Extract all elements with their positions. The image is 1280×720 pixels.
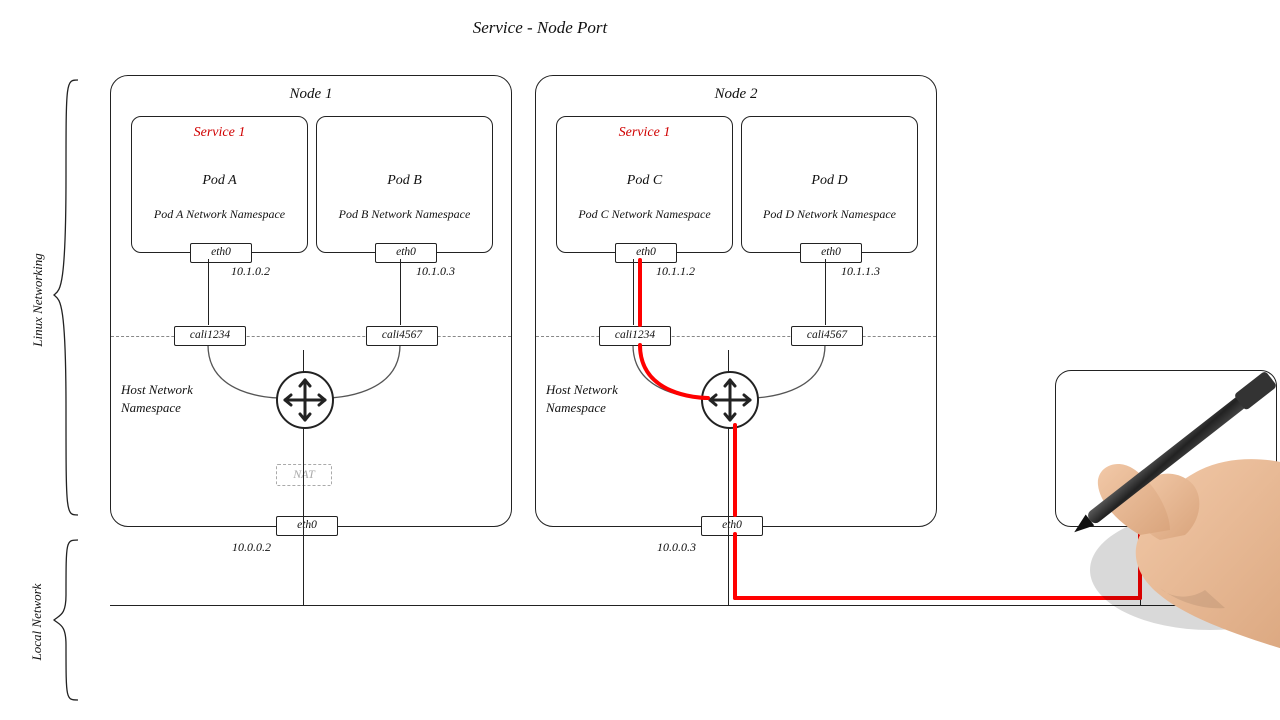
bus-drop-external [1140,540,1141,605]
pod-c-ip: 10.1.1.2 [656,264,695,279]
node1-eth: eth0 [276,516,338,536]
wire-b-down [400,259,401,325]
node1-nat: NAT [276,464,332,486]
pod-c-box: Service 1 Pod C Pod C Network Namespace … [556,116,733,253]
pod-c-ns: Pod C Network Namespace [557,207,732,222]
node2-eth: eth0 [701,516,763,536]
brace-label-local: Local Network [29,567,45,677]
pod-c-eth: eth0 [615,243,677,263]
pod-a-box: Service 1 Pod A Pod A Network Namespace … [131,116,308,253]
local-network-bus [110,605,1176,606]
pod-b-eth: eth0 [375,243,437,263]
pod-a-ns: Pod A Network Namespace [132,207,307,222]
node1-ip: 10.0.0.2 [232,540,271,555]
node2-box: Node 2 Service 1 Pod C Pod C Network Nam… [535,75,937,527]
pod-a-ip: 10.1.0.2 [231,264,270,279]
node1-hostns-l1: Host Network [121,382,193,397]
node1-router [276,371,334,429]
node1-dashed [111,336,511,337]
pod-a-name: Pod A [132,173,307,189]
pod-a-service: Service 1 [132,125,307,141]
pod-a-cali: cali1234 [174,326,246,346]
pod-d-name: Pod D [742,173,917,189]
bus-drop-node2 [728,540,729,605]
pod-b-ip: 10.1.0.3 [416,264,455,279]
node2-ip: 10.0.0.3 [657,540,696,555]
pod-a-eth: eth0 [190,243,252,263]
brace-label-linux: Linux Networking [30,240,46,360]
pod-c-cali: cali1234 [599,326,671,346]
external-box [1055,370,1277,527]
wire-c-down [633,259,634,325]
pod-d-ip: 10.1.1.3 [841,264,880,279]
pod-d-ns: Pod D Network Namespace [742,207,917,222]
node1-hostns: Host Network Namespace [121,381,193,417]
pod-b-box: Pod B Pod B Network Namespace eth0 [316,116,493,253]
node2-router [701,371,759,429]
diagram-title: Service - Node Port [0,18,1080,38]
pod-c-service: Service 1 [557,125,732,141]
node2-hostns: Host Network Namespace [546,381,618,417]
pod-c-name: Pod C [557,173,732,189]
node2-hostns-l1: Host Network [546,382,618,397]
pod-d-eth: eth0 [800,243,862,263]
pod-b-ns: Pod B Network Namespace [317,207,492,222]
pod-b-cali: cali4567 [366,326,438,346]
external-ip: 10.3.0.4 [1150,540,1189,555]
pod-b-name: Pod B [317,173,492,189]
node2-hostns-l2: Namespace [546,400,606,415]
node1-box: Node 1 Service 1 Pod A Pod A Network Nam… [110,75,512,527]
node1-hostwire [303,425,304,540]
node1-title: Node 1 [111,86,511,103]
node2-title: Node 2 [536,86,936,103]
wire-d-down [825,259,826,325]
pod-d-cali: cali4567 [791,326,863,346]
node2-hostwire [728,425,729,540]
node2-dashed [536,336,936,337]
bus-drop-node1 [303,540,304,605]
pod-d-box: Pod D Pod D Network Namespace eth0 [741,116,918,253]
node1-hostns-l2: Namespace [121,400,181,415]
wire-a-down [208,259,209,325]
